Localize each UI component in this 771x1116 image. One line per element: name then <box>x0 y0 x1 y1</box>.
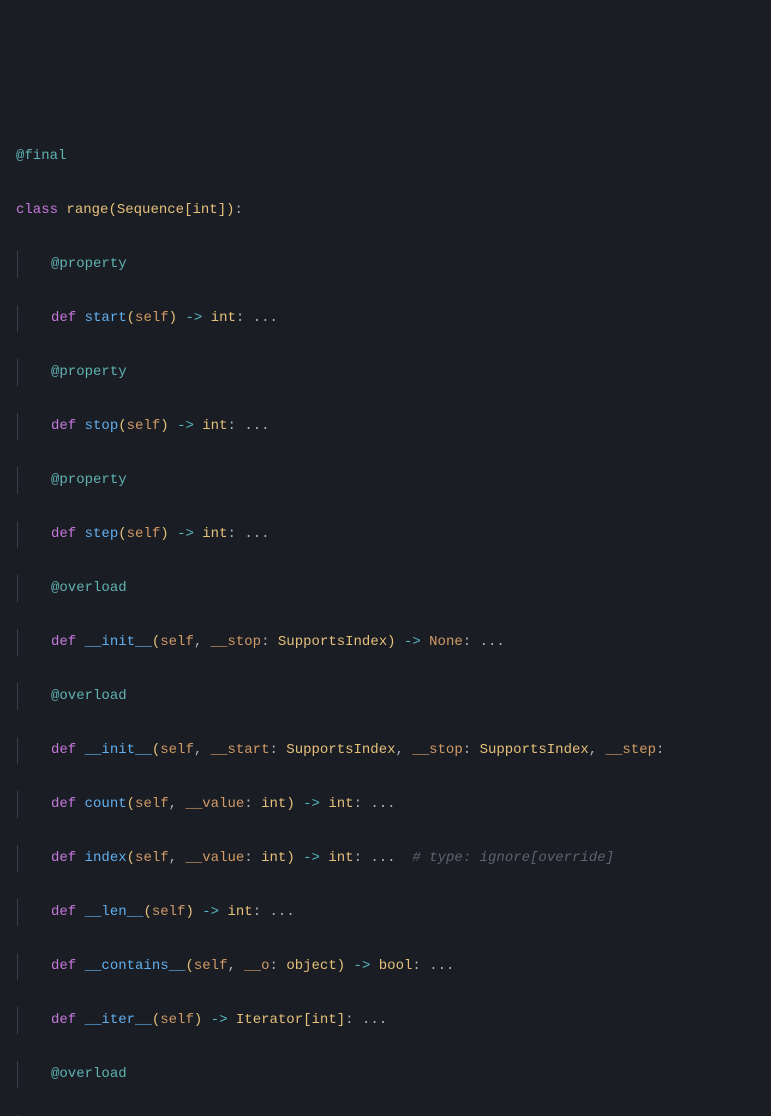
method-contains: __contains__ <box>85 958 186 974</box>
decorator-overload: overload <box>59 580 126 596</box>
method-start: start <box>85 310 127 326</box>
decorator-property: property <box>59 256 126 272</box>
code-line: def start(self) -> int: ... <box>16 305 771 332</box>
code-line: def __init__(self, __stop: SupportsIndex… <box>16 629 771 656</box>
code-line: @property <box>16 467 771 494</box>
code-line: @property <box>16 359 771 386</box>
code-line: def __contains__(self, __o: object) -> b… <box>16 953 771 980</box>
method-init: __init__ <box>85 634 152 650</box>
method-index: index <box>85 850 127 866</box>
code-block: @final class range(Sequence[int]): @prop… <box>16 116 771 1116</box>
base-class: Sequence <box>117 202 184 218</box>
code-line: def __init__(self, __start: SupportsInde… <box>16 737 771 764</box>
code-line: def step(self) -> int: ... <box>16 521 771 548</box>
class-name: range <box>66 202 108 218</box>
comment-type-ignore: # type: ignore[override] <box>412 850 614 866</box>
code-line: def __getitem__(self, __i: SupportsIndex… <box>16 1115 771 1116</box>
code-line: def __len__(self) -> int: ... <box>16 899 771 926</box>
code-line: def __iter__(self) -> Iterator[int]: ... <box>16 1007 771 1034</box>
method-len: __len__ <box>85 904 144 920</box>
decorator-final: final <box>24 148 66 164</box>
method-stop: stop <box>85 418 119 434</box>
code-line: def count(self, __value: int) -> int: ..… <box>16 791 771 818</box>
code-line: def index(self, __value: int) -> int: ..… <box>16 845 771 872</box>
method-count: count <box>85 796 127 812</box>
code-line: @overload <box>16 575 771 602</box>
code-line: @overload <box>16 683 771 710</box>
code-line: class range(Sequence[int]): <box>16 197 771 224</box>
code-line: @property <box>16 251 771 278</box>
method-iter: __iter__ <box>85 1012 152 1028</box>
code-line: @final <box>16 143 771 170</box>
code-line: def stop(self) -> int: ... <box>16 413 771 440</box>
method-step: step <box>85 526 119 542</box>
code-line: @overload <box>16 1061 771 1088</box>
keyword-class: class <box>16 202 58 218</box>
